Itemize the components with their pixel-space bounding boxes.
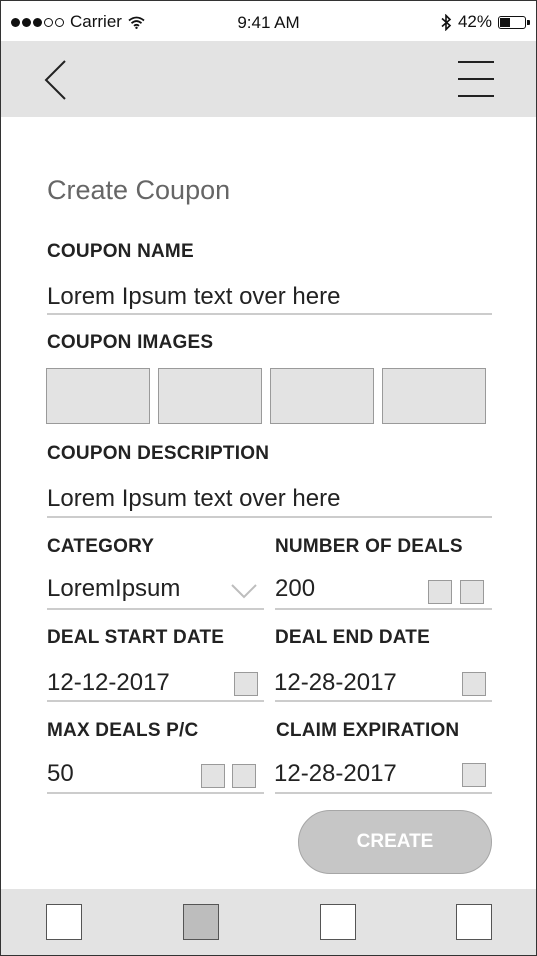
number-of-deals-underline xyxy=(275,608,492,610)
deal-start-date-input[interactable]: 12-12-2017 xyxy=(47,669,170,697)
battery-icon xyxy=(498,15,530,29)
category-underline xyxy=(47,608,264,610)
tab-item-2[interactable] xyxy=(183,904,219,940)
chevron-down-icon[interactable] xyxy=(230,581,258,601)
tab-item-4[interactable] xyxy=(456,904,492,940)
max-deals-label: MAX DEALS P/C xyxy=(47,720,199,741)
increment-button[interactable] xyxy=(232,764,256,788)
number-of-deals-input[interactable]: 200 xyxy=(275,575,315,603)
coupon-name-underline xyxy=(47,313,492,315)
claim-expiration-underline xyxy=(275,792,492,794)
deal-start-date-underline xyxy=(47,700,264,702)
max-deals-input[interactable]: 50 xyxy=(47,760,74,788)
coupon-images-label: COUPON IMAGES xyxy=(47,332,214,353)
create-button[interactable]: CREATE xyxy=(298,810,492,874)
increment-button[interactable] xyxy=(460,580,484,604)
coupon-name-label: COUPON NAME xyxy=(47,241,194,262)
calendar-icon[interactable] xyxy=(462,763,486,787)
back-button[interactable] xyxy=(41,59,71,101)
tab-item-3[interactable] xyxy=(320,904,356,940)
coupon-description-label: COUPON DESCRIPTION xyxy=(47,443,270,464)
category-select[interactable]: LoremIpsum xyxy=(47,575,180,603)
chevron-left-icon xyxy=(44,60,66,100)
coupon-image-slot[interactable] xyxy=(46,368,150,424)
deal-end-date-label: DEAL END DATE xyxy=(275,627,430,648)
number-of-deals-label: NUMBER OF DEALS xyxy=(275,536,463,557)
decrement-button[interactable] xyxy=(428,580,452,604)
deal-end-date-underline xyxy=(275,700,492,702)
max-deals-underline xyxy=(47,792,264,794)
claim-expiration-label: CLAIM EXPIRATION xyxy=(276,720,460,741)
coupon-image-slot[interactable] xyxy=(270,368,374,424)
claim-expiration-input[interactable]: 12-28-2017 xyxy=(274,760,397,788)
navigation-bar xyxy=(1,41,536,117)
deal-start-date-label: DEAL START DATE xyxy=(47,627,225,648)
category-label: CATEGORY xyxy=(47,536,155,557)
tab-item-1[interactable] xyxy=(46,904,82,940)
status-right: 42% xyxy=(441,12,530,32)
coupon-description-underline xyxy=(47,516,492,518)
coupon-image-slot[interactable] xyxy=(158,368,262,424)
deal-end-date-input[interactable]: 12-28-2017 xyxy=(274,669,397,697)
tab-bar xyxy=(1,889,536,955)
page-title: Create Coupon xyxy=(47,175,231,205)
coupon-name-input[interactable]: Lorem Ipsum text over here xyxy=(47,283,340,311)
bluetooth-icon xyxy=(441,13,452,31)
coupon-image-slot[interactable] xyxy=(382,368,486,424)
status-bar: Carrier 9:41 AM 42% xyxy=(1,1,536,41)
menu-button[interactable] xyxy=(458,61,494,99)
coupon-description-input[interactable]: Lorem Ipsum text over here xyxy=(47,485,340,513)
calendar-icon[interactable] xyxy=(234,672,258,696)
decrement-button[interactable] xyxy=(201,764,225,788)
app-frame: Carrier 9:41 AM 42% Create Coupon COUPON… xyxy=(0,0,537,956)
battery-percent: 42% xyxy=(457,12,492,31)
calendar-icon[interactable] xyxy=(462,672,486,696)
